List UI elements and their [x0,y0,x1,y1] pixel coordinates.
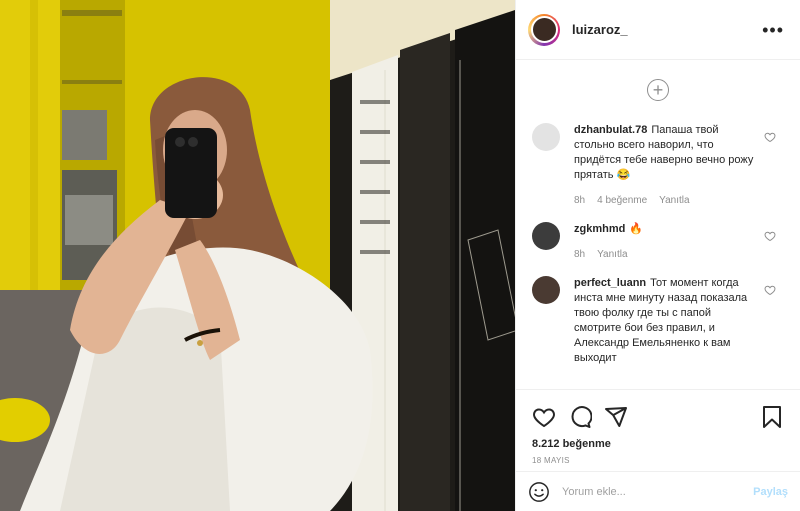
mirror-selfie-image [0,0,515,511]
post-actions-section: 8.212 beğenme 18 MAYIS [516,389,800,465]
heart-icon[interactable] [764,230,776,242]
share-icon[interactable] [604,405,628,429]
heart-icon[interactable] [532,405,556,429]
comment-time: 8h [574,249,586,260]
heart-icon[interactable] [764,284,776,296]
avatar[interactable] [532,123,560,151]
plus-circle-icon[interactable]: + [647,79,669,101]
reply-button[interactable]: Yanıtla [659,193,689,208]
comment-item: zgkmhmd 🔥 8h Yanıtla [532,222,784,262]
comment-body: zgkmhmd 🔥 8h Yanıtla [574,222,756,262]
avatar[interactable] [532,276,560,304]
more-dots-icon[interactable]: ••• [762,21,784,39]
comment-meta: 8h Yanıtla [574,247,756,262]
comment-likes-count[interactable]: 4 beğenme [597,193,647,208]
add-comment-bar: Paylaş [516,471,800,511]
heart-icon[interactable] [764,131,776,143]
author-username[interactable]: luizaroz_ [572,22,762,37]
load-more-comments: + [532,61,784,123]
comment-username[interactable]: zgkmhmd [574,223,625,235]
post-date: 18 MAYIS [532,456,570,465]
comment-body: dzhanbulat.78 Папаша твой стольно всего н… [574,123,756,208]
post-side-panel: luizaroz_ ••• + dzhanbulat.78 Папаша твой… [515,0,800,511]
likes-count[interactable]: 8.212 beğenme [532,438,784,450]
comment-body: perfect_luann Тот момент когда инста мне … [574,276,756,366]
avatar[interactable] [532,222,560,250]
emoji-icon[interactable] [528,481,550,503]
comment-username[interactable]: dzhanbulat.78 [574,124,647,136]
post-header: luizaroz_ ••• [516,0,800,60]
comment-icon[interactable] [568,405,592,429]
action-bar [532,398,784,436]
comments-list[interactable]: + dzhanbulat.78 Папаша твой стольно всего… [516,61,800,388]
comment-item: perfect_luann Тот момент когда инста мне … [532,276,784,366]
comment-username[interactable]: perfect_luann [574,277,646,289]
comment-meta: 8h 4 beğenme Yanıtla [574,193,756,208]
bookmark-icon[interactable] [760,405,784,429]
post-photo[interactable] [0,0,515,511]
comment-text: Тот момент когда инста мне минуту назад … [574,277,748,364]
comment-item: dzhanbulat.78 Папаша твой стольно всего н… [532,123,784,208]
post-comment-button[interactable]: Paylaş [753,486,788,498]
reply-button[interactable]: Yanıtla [597,247,627,262]
comment-text: 🔥 [629,223,644,235]
comment-time: 8h [574,195,586,206]
author-avatar[interactable] [528,13,560,46]
comment-input[interactable] [562,485,754,498]
